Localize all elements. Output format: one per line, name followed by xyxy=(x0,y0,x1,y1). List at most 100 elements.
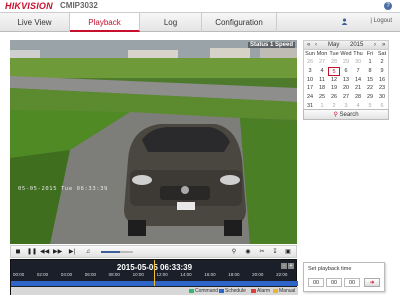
calendar-day[interactable]: 22 xyxy=(364,84,376,93)
calendar-day[interactable]: 26 xyxy=(304,58,316,67)
timeline-tick: 20:00 xyxy=(252,272,264,277)
legend-schedule: Schedule xyxy=(219,288,246,294)
calendar-day[interactable]: 27 xyxy=(316,58,328,67)
download-icon[interactable]: ↧ xyxy=(271,248,279,256)
calendar-day[interactable]: 28 xyxy=(352,93,364,102)
calendar-day[interactable]: 7 xyxy=(352,67,364,76)
calendar-day[interactable]: 14 xyxy=(352,76,364,85)
calendar-day[interactable]: 23 xyxy=(376,84,388,93)
tab-log[interactable]: Log xyxy=(140,13,202,32)
timeline-legend: Command Schedule Alarm Manual xyxy=(11,287,298,295)
prev-year-icon[interactable]: « xyxy=(307,42,310,48)
timeline-tick: 22:00 xyxy=(276,272,288,277)
fullscreen-icon[interactable]: ▣ xyxy=(284,248,292,256)
camera-frame-image xyxy=(10,40,297,244)
calendar-day[interactable]: 25 xyxy=(316,93,328,102)
hour-field[interactable]: 00 xyxy=(308,278,324,287)
calendar-day[interactable]: 8 xyxy=(364,67,376,76)
playback-time-panel: Set playback time 00 00 00 ➜ xyxy=(303,262,385,292)
next-year-icon[interactable]: » xyxy=(382,42,385,48)
status-label: Status 1 Speed xyxy=(247,42,295,48)
calendar-day[interactable]: 27 xyxy=(340,93,352,102)
zoom-in-icon[interactable]: + xyxy=(288,263,294,269)
calendar-day[interactable]: 26 xyxy=(328,93,340,102)
zoom-icon[interactable]: ⚲ xyxy=(230,248,238,256)
timeline-tick: 00:00 xyxy=(13,272,25,277)
calendar-day[interactable]: 21 xyxy=(352,84,364,93)
calendar-grid: Sun Mon Tue Wed Thu Fri Sat 26 27 28 29 30 1 2 3 4 5 6 7 8 9… xyxy=(304,50,388,111)
timeline-tick: 04:00 xyxy=(60,272,73,277)
playback-time-label: Set playback time xyxy=(308,266,352,272)
calendar-day[interactable]: 30 xyxy=(376,93,388,102)
logout-link[interactable]: | Logout xyxy=(370,18,392,24)
calendar-day[interactable]: 15 xyxy=(364,76,376,85)
slow-icon[interactable]: ◀◀ xyxy=(40,248,49,256)
calendar-day[interactable]: 6 xyxy=(340,67,352,76)
timeline-tick: 18:00 xyxy=(228,272,240,277)
search-button[interactable]: ⚲ Search xyxy=(303,109,389,120)
calendar-day[interactable]: 30 xyxy=(352,58,364,67)
calendar-day[interactable]: 4 xyxy=(316,67,328,76)
help-icon[interactable]: ? xyxy=(384,2,392,10)
calendar-year[interactable]: 2015 xyxy=(350,42,363,48)
calendar-day[interactable]: 18 xyxy=(316,84,328,93)
calendar-weekday: Thu xyxy=(353,51,363,57)
calendar-weekday: Sat xyxy=(377,51,387,57)
device-model: CMIP3032 xyxy=(60,1,98,10)
timeline-tick: 10:00 xyxy=(132,272,144,277)
calendar-month[interactable]: May xyxy=(328,42,339,48)
calendar-day[interactable]: 12 xyxy=(328,76,340,85)
calendar-header: « ‹ May 2015 › » xyxy=(304,41,388,50)
second-field[interactable]: 00 xyxy=(344,278,360,287)
capture-icon[interactable]: ◉ xyxy=(244,248,252,256)
brand-logo: HIKVISION xyxy=(5,1,53,11)
timeline-tick: 06:00 xyxy=(84,272,97,277)
calendar-day[interactable]: 17 xyxy=(304,84,316,93)
playback-video[interactable]: Status 1 Speed 05-05-2015 Tue 06:33:39 xyxy=(10,40,297,244)
calendar-day[interactable]: 11 xyxy=(316,76,328,85)
frame-icon[interactable]: ▶| xyxy=(68,248,76,256)
calendar-day[interactable]: 5 xyxy=(328,66,340,76)
go-arrow-icon[interactable]: ➜ xyxy=(364,278,380,287)
clip-icon[interactable]: ✂ xyxy=(258,248,266,256)
calendar-day[interactable]: 19 xyxy=(328,84,340,93)
calendar-day[interactable]: 29 xyxy=(340,58,352,67)
legend-manual: Manual xyxy=(273,288,295,294)
prev-month-icon[interactable]: ‹ xyxy=(315,42,317,48)
calendar-day[interactable]: 16 xyxy=(376,76,388,85)
zoom-out-icon[interactable]: - xyxy=(281,263,287,269)
pause-icon[interactable]: ❚❚ xyxy=(27,248,37,256)
timeline-tick: 16:00 xyxy=(204,272,216,277)
user-icon[interactable] xyxy=(341,18,348,25)
timeline-tick: 12:00 xyxy=(156,272,168,277)
calendar-weekday: Mon xyxy=(316,51,328,57)
calendar-day[interactable]: 10 xyxy=(304,76,316,85)
timeline-cursor[interactable] xyxy=(154,260,155,286)
minute-field[interactable]: 00 xyxy=(326,278,342,287)
calendar-day[interactable]: 13 xyxy=(340,76,352,85)
calendar-day[interactable]: 2 xyxy=(376,58,388,67)
stop-icon[interactable]: ◼ xyxy=(14,248,22,256)
timeline[interactable]: 2015-05-05 06:33:39 - + 00:00 02:00 04:00 06… xyxy=(10,259,298,295)
legend-command: Command xyxy=(189,288,218,294)
volume-slider[interactable] xyxy=(101,251,133,253)
calendar-day[interactable]: 3 xyxy=(304,67,316,76)
calendar-day[interactable]: 1 xyxy=(364,58,376,67)
calendar-day[interactable]: 20 xyxy=(340,84,352,93)
tab-playback[interactable]: Playback xyxy=(70,13,140,32)
tab-configuration[interactable]: Configuration xyxy=(202,13,277,32)
timeline-tick: 02:00 xyxy=(36,272,49,277)
top-bar: HIKVISION CMIP3032 ? xyxy=(0,0,400,12)
main-nav: Live View Playback Log Configuration | L… xyxy=(0,12,400,32)
calendar-day[interactable]: 9 xyxy=(376,67,388,76)
calendar-weekday: Fri xyxy=(366,51,374,57)
tab-live-view[interactable]: Live View xyxy=(0,13,70,32)
calendar-day[interactable]: 28 xyxy=(328,58,340,67)
fast-icon[interactable]: ▶▶ xyxy=(53,248,62,256)
calendar-weekday: Sun xyxy=(305,51,315,57)
next-month-icon[interactable]: › xyxy=(374,42,376,48)
volume-icon[interactable]: ♫ xyxy=(84,248,92,256)
timeline-tick: 14:00 xyxy=(180,272,192,277)
calendar-day[interactable]: 29 xyxy=(364,93,376,102)
calendar-day[interactable]: 24 xyxy=(304,93,316,102)
